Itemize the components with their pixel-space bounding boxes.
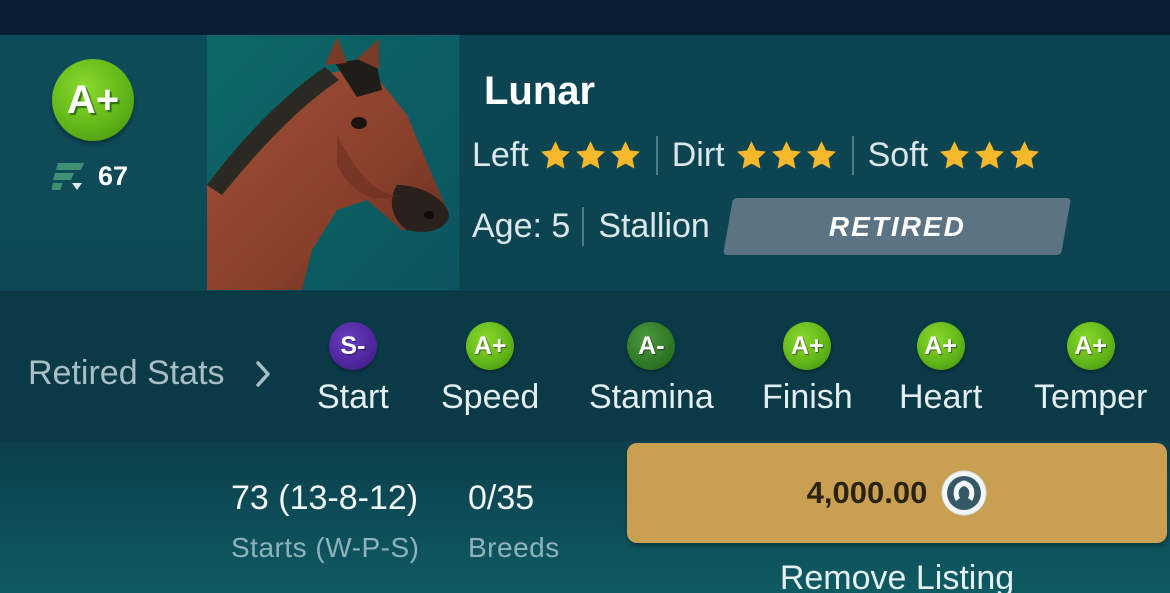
- stat-label: Finish: [762, 378, 853, 416]
- breeds-record: 0/35 Breeds: [468, 479, 560, 564]
- stat-label: Start: [317, 378, 389, 416]
- surface-dirt: Dirt: [655, 135, 852, 175]
- star-icon: [940, 140, 970, 169]
- stat-grade-badge: A-: [627, 322, 676, 370]
- surface-label: Left: [472, 135, 529, 174]
- horseshoe-coin-icon: [941, 470, 987, 516]
- stat-label: Stamina: [589, 378, 714, 416]
- star-icon: [540, 140, 570, 169]
- star-icon: [975, 140, 1005, 169]
- starts-label: Starts (W-P-S): [231, 532, 420, 563]
- top-bar: [0, 0, 1170, 35]
- star-rating: [539, 139, 642, 172]
- price-button[interactable]: 4,000.00: [627, 443, 1167, 543]
- star-rating: [735, 139, 838, 172]
- horse-image: [207, 37, 449, 290]
- breeds-label: Breeds: [468, 532, 560, 563]
- stat-grade-badge: A+: [783, 322, 832, 370]
- stat-grade-badge: A+: [1066, 322, 1115, 370]
- horse-gender: Stallion: [582, 206, 724, 246]
- horse-info: Lunar Left Dirt Soft Age: 5 Stallion RET…: [460, 35, 1170, 290]
- star-icon: [736, 140, 766, 169]
- horse-name: Lunar: [484, 69, 596, 113]
- grade-column: A+ 67: [0, 35, 205, 290]
- chevron-right-icon: [255, 360, 270, 387]
- overall-grade-badge: A+: [52, 59, 134, 141]
- star-icon: [771, 140, 801, 169]
- age-gender-row: Age: 5 Stallion RETIRED: [472, 197, 1071, 255]
- stat-finish: A+ Finish: [762, 322, 853, 417]
- retired-stats-title: Retired Stats: [28, 354, 225, 392]
- star-icon: [610, 140, 640, 169]
- surface-preferences: Left Dirt Soft: [472, 125, 1055, 185]
- horse-age: Age: 5: [472, 206, 571, 245]
- star-icon: [575, 140, 605, 169]
- stat-label: Temper: [1034, 378, 1148, 416]
- star-rating: [938, 139, 1041, 172]
- stat-grade-badge: A+: [466, 322, 515, 370]
- stat-heart: A+ Heart: [899, 322, 982, 417]
- starts-value: 73 (13-8-12): [231, 479, 419, 517]
- surface-label: Soft: [867, 135, 929, 174]
- retired-status-label: RETIRED: [828, 210, 966, 241]
- stat-label: Heart: [899, 378, 983, 416]
- surface-label: Dirt: [671, 135, 725, 174]
- stat-speed: A+ Speed: [441, 322, 539, 417]
- stat-grade-badge: S-: [328, 322, 377, 370]
- starts-record: 73 (13-8-12) Starts (W-P-S): [231, 479, 419, 564]
- surface-soft: Soft: [851, 135, 1055, 175]
- remove-listing-button[interactable]: Remove Listing: [627, 559, 1167, 593]
- listing-section: 73 (13-8-12) Starts (W-P-S) 0/35 Breeds …: [0, 441, 1170, 593]
- stat-start: S- Start: [317, 322, 389, 417]
- f-logo-icon: [52, 163, 84, 190]
- retired-stats-section: Retired Stats S- Start A+ Speed A- Stami…: [0, 291, 1170, 441]
- horse-portrait: [207, 35, 459, 290]
- breeds-value: 0/35: [468, 479, 535, 517]
- stat-temper: A+ Temper: [1034, 322, 1147, 417]
- surface-left: Left: [472, 136, 656, 175]
- stat-stamina: A- Stamina: [589, 322, 714, 417]
- retired-status-tag: RETIRED: [722, 197, 1071, 255]
- horse-card: A+ 67 Lunar Left Dirt Soft Age: 5 Stalli…: [0, 35, 1170, 593]
- rating-value: 67: [98, 160, 129, 191]
- retired-stats-link[interactable]: Retired Stats: [28, 354, 273, 393]
- rating-row: 67: [52, 159, 128, 193]
- price-value: 4,000.00: [806, 475, 928, 510]
- stat-grade-badge: A+: [916, 322, 965, 370]
- star-icon: [806, 140, 836, 169]
- star-icon: [1010, 140, 1040, 169]
- stat-label: Speed: [441, 378, 540, 416]
